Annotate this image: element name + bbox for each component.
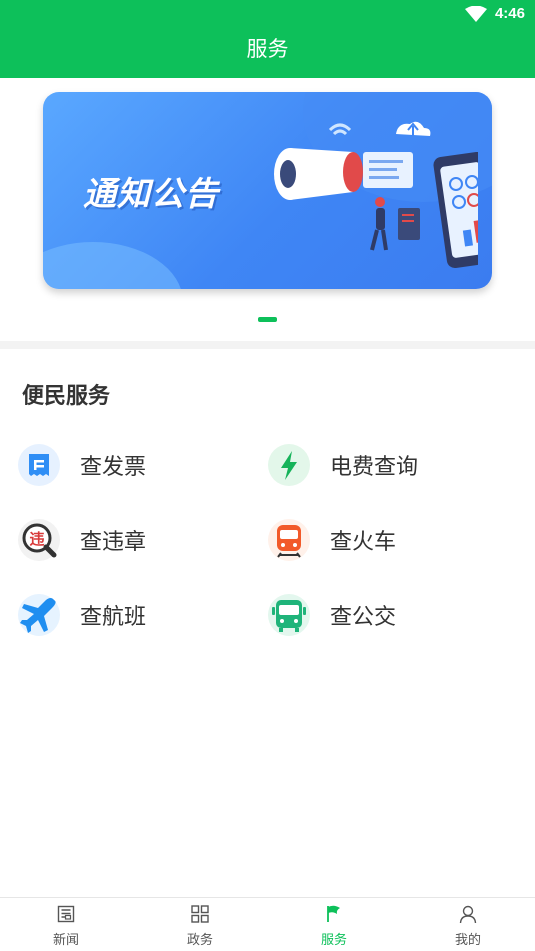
page-title: 服务 [246, 37, 289, 61]
svg-text:违: 违 [29, 530, 44, 548]
tab-news[interactable]: 新闻 [26, 898, 106, 951]
tab-label: 新闻 [52, 933, 79, 948]
service-label: 查火车 [330, 530, 397, 555]
tab-profile[interactable]: 我的 [428, 898, 508, 951]
lightning-icon [268, 444, 310, 486]
section-title: 便民服务 [22, 384, 111, 409]
tab-government[interactable]: 政务 [160, 898, 240, 951]
tab-label: 服务 [320, 933, 347, 948]
service-violation[interactable]: 违 查违章 [18, 518, 146, 562]
service-electricity[interactable]: 电费查询 [268, 443, 418, 487]
flag-icon [327, 905, 340, 922]
tab-label: 我的 [454, 933, 481, 948]
bottom-tab-bar: 新闻 政务 服务 我的 [0, 897, 535, 951]
banner-title: 通知公告 [83, 174, 219, 213]
bus-icon [268, 594, 310, 636]
banner-decoration [43, 242, 183, 289]
service-flight[interactable]: 查航班 [18, 593, 146, 637]
news-icon [57, 905, 75, 923]
section-divider [0, 341, 535, 349]
grid-icon [191, 905, 209, 923]
violation-icon: 违 [18, 519, 60, 561]
tab-services[interactable]: 服务 [294, 898, 374, 951]
service-bus[interactable]: 查公交 [268, 593, 396, 637]
carousel-indicator[interactable] [258, 317, 277, 322]
service-label: 查公交 [330, 605, 397, 630]
app-header: 4:46 服务 [0, 0, 535, 78]
status-time: 4:46 [494, 5, 525, 22]
service-invoice[interactable]: 查发票 [18, 443, 146, 487]
invoice-icon [18, 444, 60, 486]
service-label: 查违章 [80, 530, 147, 555]
service-label: 查发票 [80, 455, 147, 480]
notice-banner[interactable]: 通知公告 [43, 92, 492, 289]
service-label: 查航班 [80, 605, 147, 630]
megaphone-illustration [274, 121, 478, 269]
train-icon [268, 519, 310, 561]
tab-label: 政务 [186, 933, 213, 948]
airplane-icon [18, 594, 60, 636]
wifi-icon [465, 6, 487, 22]
service-label: 电费查询 [330, 455, 419, 480]
person-icon [459, 905, 477, 924]
service-train[interactable]: 查火车 [268, 518, 396, 562]
